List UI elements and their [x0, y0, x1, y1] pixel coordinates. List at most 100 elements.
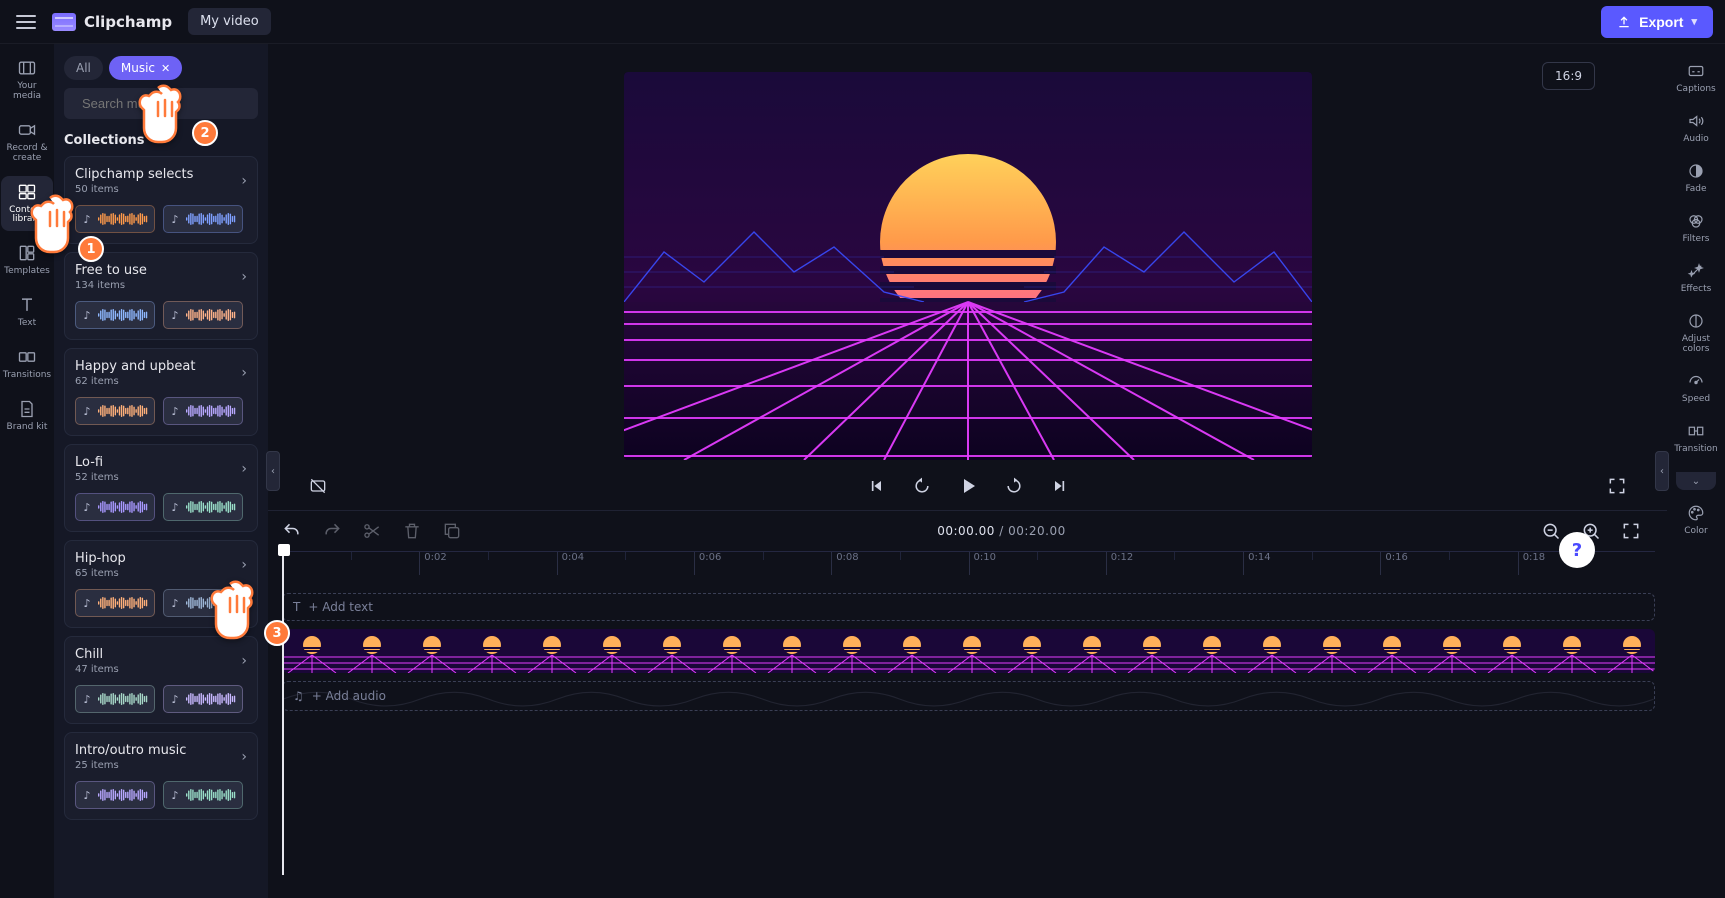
playhead[interactable]	[282, 546, 284, 875]
ruler-tick: 0:10	[969, 552, 996, 575]
play-button[interactable]	[954, 472, 982, 500]
clipchamp-logo	[52, 13, 76, 31]
ruler-tick: 0:08	[831, 552, 858, 575]
video-frame-thumb	[942, 629, 1002, 673]
safe-zone-toggle[interactable]	[304, 472, 332, 500]
rail-content-library[interactable]: Content library	[1, 176, 53, 232]
rail-label: Content library	[1, 206, 53, 226]
ruler-subtick	[488, 552, 493, 560]
fullscreen-button[interactable]	[1603, 472, 1631, 500]
skip-end-button[interactable]	[1046, 472, 1074, 500]
preview-stage[interactable]	[624, 72, 1312, 460]
rewind-button[interactable]	[908, 472, 936, 500]
music-note-icon: ♪	[168, 789, 182, 802]
collections-heading: Collections	[64, 133, 258, 148]
collection-title: Chill	[75, 647, 119, 662]
rrail-speed[interactable]: Speed	[1669, 368, 1723, 408]
collection-item[interactable]: Intro/outro music 25 items › ♪ ♪	[64, 732, 258, 820]
rrail-captions[interactable]: Captions	[1669, 58, 1723, 98]
audio-thumb[interactable]: ♪	[75, 781, 155, 809]
rail-brand-kit[interactable]: Brand kit	[1, 393, 53, 439]
rail-record-create[interactable]: Record & create	[1, 114, 53, 170]
audio-thumb[interactable]: ♪	[75, 685, 155, 713]
help-button[interactable]: ?	[1559, 532, 1595, 568]
audio-thumb[interactable]: ♪	[163, 589, 243, 617]
audio-thumb[interactable]: ♪	[75, 493, 155, 521]
video-frame-thumb	[1602, 629, 1655, 673]
audio-thumb[interactable]: ♪	[75, 397, 155, 425]
rrail-transition[interactable]: Transition	[1669, 418, 1723, 458]
collection-count: 52 items	[75, 472, 119, 483]
collapse-right-rail-button[interactable]: ‹	[1655, 451, 1669, 491]
rrail-color[interactable]: Color	[1669, 500, 1723, 540]
collection-item[interactable]: Free to use 134 items › ♪ ♪	[64, 252, 258, 340]
add-audio-track[interactable]: ♫ + Add audio	[282, 681, 1655, 711]
video-frame-thumb	[342, 629, 402, 673]
collection-item[interactable]: Lo-fi 52 items › ♪ ♪	[64, 444, 258, 532]
music-note-icon: ♪	[168, 501, 182, 514]
rrail-adjust-colors[interactable]: Adjust colors	[1669, 308, 1723, 358]
timeline-ruler[interactable]: 0:020:040:060:080:100:120:140:160:18	[282, 551, 1655, 575]
audio-thumb[interactable]: ♪	[75, 205, 155, 233]
audio-thumb[interactable]: ♪	[163, 685, 243, 713]
video-frame-thumb	[822, 629, 882, 673]
project-title[interactable]: My video	[188, 8, 271, 35]
audio-thumb[interactable]: ♪	[75, 301, 155, 329]
search-input[interactable]	[80, 95, 260, 112]
audio-thumb[interactable]: ♪	[163, 493, 243, 521]
rail-transitions[interactable]: Transitions	[1, 341, 53, 387]
audio-thumb[interactable]: ♪	[75, 589, 155, 617]
duplicate-button[interactable]	[438, 517, 466, 545]
chevron-right-icon: ›	[241, 269, 247, 285]
skip-start-button[interactable]	[862, 472, 890, 500]
collection-title: Intro/outro music	[75, 743, 186, 758]
brand-name: Clipchamp	[84, 13, 172, 31]
rail-templates[interactable]: Templates	[1, 237, 53, 283]
collection-item[interactable]: Happy and upbeat 62 items › ♪ ♪	[64, 348, 258, 436]
video-frame-thumb	[402, 629, 462, 673]
audio-thumb[interactable]: ♪	[163, 781, 243, 809]
music-note-icon: ♪	[80, 597, 94, 610]
ruler-subtick	[351, 552, 356, 560]
ruler-tick: 0:06	[694, 552, 721, 575]
hamburger-menu[interactable]	[12, 8, 40, 36]
chevron-right-icon: ›	[241, 653, 247, 669]
music-note-icon: ♪	[168, 213, 182, 226]
filter-all[interactable]: All	[64, 56, 103, 80]
split-button[interactable]	[358, 517, 386, 545]
rrail-audio[interactable]: Audio	[1669, 108, 1723, 148]
rrail-fade[interactable]: Fade	[1669, 158, 1723, 198]
add-text-track[interactable]: T + Add text	[282, 593, 1655, 621]
export-button[interactable]: Export ▾	[1601, 6, 1713, 38]
collection-item[interactable]: Chill 47 items › ♪ ♪	[64, 636, 258, 724]
rail-text[interactable]: Text	[1, 289, 53, 335]
video-frame-thumb	[642, 629, 702, 673]
music-note-icon: ♪	[80, 405, 94, 418]
rrail-filters[interactable]: Filters	[1669, 208, 1723, 248]
video-frame-thumb	[582, 629, 642, 673]
collection-item[interactable]: Hip-hop 65 items › ♪ ♪	[64, 540, 258, 628]
collection-count: 62 items	[75, 376, 195, 387]
expand-rail-button[interactable]: ⌄	[1676, 472, 1716, 490]
undo-button[interactable]	[278, 517, 306, 545]
collection-item[interactable]: Clipchamp selects 50 items › ♪ ♪	[64, 156, 258, 244]
video-frame-thumb	[762, 629, 822, 673]
audio-thumb[interactable]: ♪	[163, 205, 243, 233]
close-icon[interactable]: ✕	[161, 62, 170, 75]
collapse-library-button[interactable]: ‹	[266, 451, 280, 491]
collection-title: Hip-hop	[75, 551, 126, 566]
redo-button[interactable]	[318, 517, 346, 545]
forward-button[interactable]	[1000, 472, 1028, 500]
rrail-effects[interactable]: Effects	[1669, 258, 1723, 298]
rail-your-media[interactable]: Your media	[1, 52, 53, 108]
video-frame-thumb	[522, 629, 582, 673]
delete-button[interactable]	[398, 517, 426, 545]
video-track-clip[interactable]	[282, 629, 1655, 673]
right-rail: ‹ Captions Audio Fade Filters Effects Ad…	[1667, 44, 1725, 898]
search-input-wrap[interactable]	[64, 88, 258, 119]
audio-thumb[interactable]: ♪	[163, 301, 243, 329]
audio-thumb[interactable]: ♪	[163, 397, 243, 425]
aspect-ratio-button[interactable]: 16:9	[1542, 62, 1595, 90]
filter-music[interactable]: Music✕	[109, 56, 182, 80]
zoom-fit-button[interactable]	[1617, 517, 1645, 545]
